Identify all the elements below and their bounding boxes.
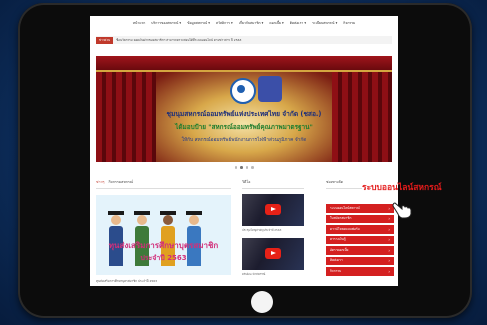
quick-links-heading: ช่องทางลัด xyxy=(326,179,362,189)
nav-item-services[interactable]: บริการของสหกรณ์ ▾ xyxy=(151,21,181,26)
top-nav: หน้าแรก บริการของสหกรณ์ ▾ ข้อมูลสหกรณ์ ▾… xyxy=(90,16,398,30)
chevron-right-icon: › xyxy=(388,226,390,232)
quick-link-activities[interactable]: กิจกรรม › xyxy=(326,267,394,276)
cooperative-logo xyxy=(230,78,256,104)
banner-subtitle: ได้มอบป้าย "สหกรณ์ออมทรัพย์คุณภาพมาตรฐาน… xyxy=(175,123,313,131)
nav-item-interest[interactable]: ดอกเบี้ย ▾ xyxy=(269,21,283,26)
quick-link-interest[interactable]: อัตราดอกเบี้ย › xyxy=(326,246,394,255)
ticker-tag: ข่าวด่วน xyxy=(96,36,114,44)
scholarship-year: ประจำปี 2563 xyxy=(140,254,187,262)
carousel-dot[interactable] xyxy=(234,166,237,169)
pointing-hand-icon xyxy=(392,202,412,219)
nav-item-members[interactable]: เกี่ยวกับสมาชิก ▾ xyxy=(239,21,264,26)
banner-title: ชุมนุมสหกรณ์ออมทรัพย์แห่งประเทศไทย จำกัด… xyxy=(166,110,322,118)
quick-link-online[interactable]: ระบบออนไลน์สหกรณ์ › xyxy=(326,204,394,213)
quick-link-label: ระบบออนไลน์สหกรณ์ xyxy=(330,205,360,210)
chevron-right-icon: › xyxy=(388,237,390,243)
nav-item-contact[interactable]: ติดต่อเรา ▾ xyxy=(290,21,306,26)
nav-item-home[interactable]: หน้าแรก xyxy=(133,21,146,26)
quick-link-forms[interactable]: ดาวน์โหลดแบบฟอร์ม › xyxy=(326,225,394,234)
federation-logo xyxy=(258,76,282,102)
video-heading: วิดีโอ xyxy=(242,179,304,189)
chevron-right-icon: › xyxy=(388,247,390,253)
news-tabs: ข่าวๆ กิจกรรมสหกรณ์ xyxy=(96,179,231,189)
video-caption[interactable]: ประชุมใหญ่สามัญประจำปี 2563 xyxy=(242,228,304,233)
tab-activities[interactable]: กิจกรรมสหกรณ์ xyxy=(108,179,133,185)
chevron-right-icon: › xyxy=(388,205,390,211)
quick-link-label: ตารางเงินกู้ xyxy=(330,237,346,242)
quick-link-label: อัตราดอกเบี้ย xyxy=(330,247,349,252)
news-ticker: ข่าวด่วน ชื่อนวัตกรรม ยอดเงินฝากของสมาชิ… xyxy=(96,36,392,44)
quick-link-apply[interactable]: ใบสมัครสมาชิก › xyxy=(326,214,394,223)
tab-news[interactable]: ข่าวๆ xyxy=(96,179,104,185)
quick-link-label: ดาวน์โหลดแบบฟอร์ม xyxy=(330,226,360,231)
scholarship-title: ทุนส่งเสริมการศึกษาบุตรสมาชิก xyxy=(108,241,219,250)
ticker-text[interactable]: ชื่อนวัตกรรม ยอดเงินฝากของสมาชิกฯ สามารถ… xyxy=(116,38,241,43)
play-icon[interactable] xyxy=(265,204,281,215)
carousel-dots xyxy=(90,166,398,169)
quick-link-contact[interactable]: ติดต่อเรา › xyxy=(326,256,394,265)
hero-banner[interactable]: ชุมนุมสหกรณ์ออมทรัพย์แห่งประเทศไทย จำกัด… xyxy=(96,56,392,162)
play-icon[interactable] xyxy=(265,248,281,259)
quick-link-label: กิจกรรม xyxy=(330,268,342,273)
carousel-dot[interactable] xyxy=(245,166,248,169)
news-column: ข่าวๆ กิจกรรมสหกรณ์ ทุนส่งเสริมการศึกษาบ… xyxy=(96,179,231,284)
home-button[interactable] xyxy=(251,291,273,313)
news-caption[interactable]: ทุนส่งเสริมการศึกษาบุตรสมาชิก ประจำปี 25… xyxy=(96,279,231,284)
quick-links-list: ระบบออนไลน์สหกรณ์ › ใบสมัครสมาชิก › ดาวน์โ… xyxy=(326,204,394,276)
video-caption[interactable]: คลิปแนะนำสหกรณ์ xyxy=(242,272,304,277)
curtain-valance xyxy=(96,56,392,72)
video-thumbnail[interactable] xyxy=(242,194,304,226)
online-system-callout: ระบบออนไลน์สหกรณ์ xyxy=(362,183,442,193)
quick-link-label: ติดต่อเรา xyxy=(330,258,343,263)
nav-item-activities[interactable]: กิจกรรม xyxy=(343,21,355,26)
carousel-dot[interactable] xyxy=(251,166,254,169)
chevron-right-icon: › xyxy=(388,258,390,264)
nav-item-rules[interactable]: ระเบียบสหกรณ์ ▾ xyxy=(312,21,337,26)
quick-link-loans[interactable]: ตารางเงินกู้ › xyxy=(326,235,394,244)
banner-description: ให้กับ สหกรณ์ออมทรัพย์พนักงานการไฟฟ้าส่ว… xyxy=(181,138,307,143)
scholarship-image[interactable]: ทุนส่งเสริมการศึกษาบุตรสมาชิก ประจำปี 25… xyxy=(96,195,231,275)
chevron-right-icon: › xyxy=(388,216,390,222)
carousel-dot-active[interactable] xyxy=(240,166,243,169)
video-thumbnail[interactable] xyxy=(242,238,304,270)
chevron-right-icon: › xyxy=(388,268,390,274)
website-screen: หน้าแรก บริการของสหกรณ์ ▾ ข้อมูลสหกรณ์ ▾… xyxy=(90,16,398,286)
nav-item-info[interactable]: ข้อมูลสหกรณ์ ▾ xyxy=(187,21,210,26)
quick-link-label: ใบสมัครสมาชิก xyxy=(330,216,352,221)
video-column: วิดีโอ ประชุมใหญ่สามัญประจำปี 2563 คลิปแ… xyxy=(242,179,304,277)
nav-item-welfare[interactable]: สวัสดิการ ▾ xyxy=(216,21,233,26)
